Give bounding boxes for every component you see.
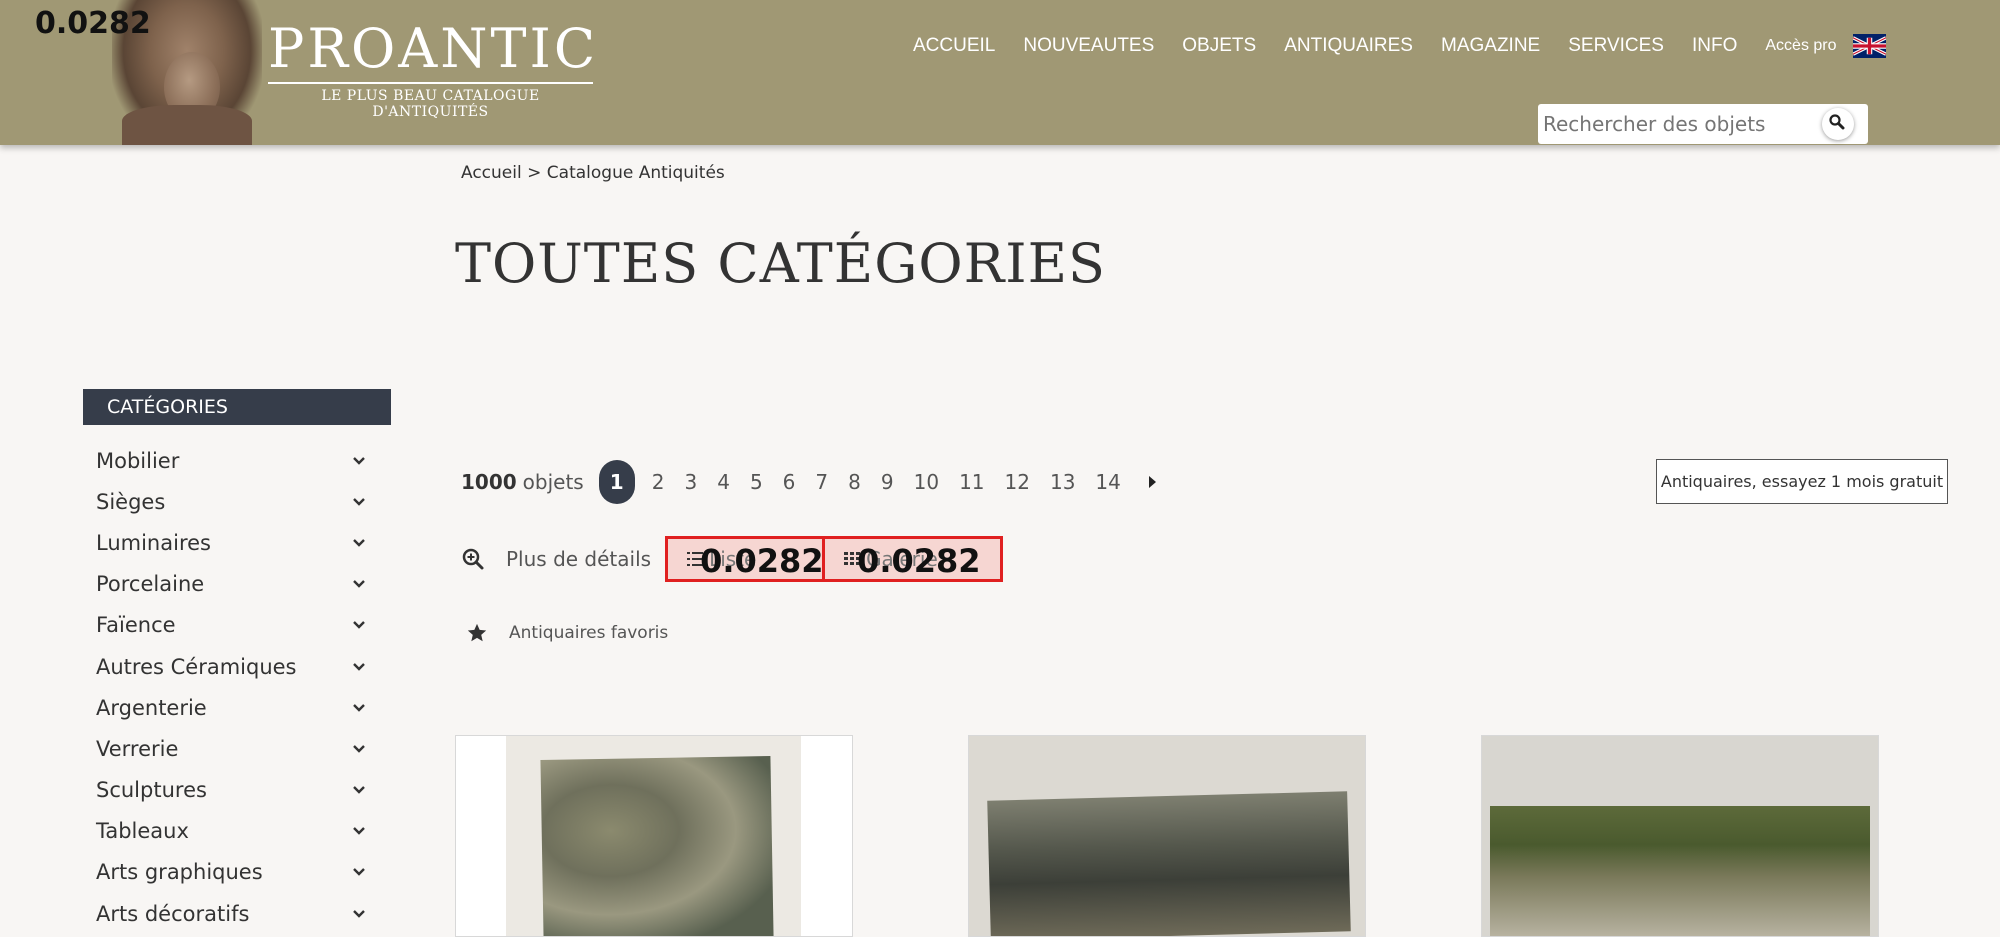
chevron-down-icon[interactable] xyxy=(352,909,366,919)
page-link[interactable]: 8 xyxy=(844,470,865,494)
breadcrumb: Accueil > Catalogue Antiquités xyxy=(461,163,725,183)
page-link[interactable]: 4 xyxy=(713,470,734,494)
site-logo[interactable]: PROANTIC LE PLUS BEAU CATALOGUE D'ANTIQU… xyxy=(268,17,599,120)
breadcrumb-home[interactable]: Accueil xyxy=(461,163,522,183)
category-label: Argenterie xyxy=(96,695,207,720)
logo-title: PROANTIC xyxy=(268,17,599,80)
chevron-down-icon[interactable] xyxy=(352,826,366,836)
chevron-down-icon[interactable] xyxy=(352,662,366,672)
category-item-autres-ceramiques[interactable]: Autres Céramiques xyxy=(96,646,366,687)
chevron-down-icon[interactable] xyxy=(352,456,366,466)
category-item-verrerie[interactable]: Verrerie xyxy=(96,728,366,769)
page-link[interactable]: 6 xyxy=(779,470,800,494)
list-overlay-value: 0.0282 xyxy=(700,542,824,580)
category-item-sculptures[interactable]: Sculptures xyxy=(96,770,366,811)
nav-item-objets[interactable]: OBJETS xyxy=(1182,35,1256,57)
favorite-dealers-label: Antiquaires favoris xyxy=(509,623,669,643)
category-label: Faïence xyxy=(96,613,176,638)
category-item-tableaux[interactable]: Tableaux xyxy=(96,811,366,852)
category-item-faience[interactable]: Faïence xyxy=(96,605,366,646)
category-label: Luminaires xyxy=(96,530,211,555)
more-details-toggle[interactable]: Plus de détails xyxy=(506,547,651,571)
overlay-value: 0.0282 xyxy=(35,6,151,41)
chevron-down-icon[interactable] xyxy=(352,785,366,795)
list-view-button[interactable]: Liste 0.0282 xyxy=(665,536,826,582)
category-label: Sièges xyxy=(96,489,166,514)
category-label: Arts décoratifs xyxy=(96,901,250,926)
logo-divider xyxy=(268,82,593,84)
product-card[interactable] xyxy=(455,735,853,937)
chevron-down-icon[interactable] xyxy=(352,703,366,713)
category-list: Mobilier Sièges Luminaires Porcelaine Fa… xyxy=(96,440,366,934)
page-link[interactable]: 11 xyxy=(955,470,988,494)
pro-access-link[interactable]: Accès pro xyxy=(1765,37,1836,55)
nav-item-antiquaires[interactable]: ANTIQUAIRES xyxy=(1284,35,1413,57)
chevron-down-icon[interactable] xyxy=(352,497,366,507)
page-link[interactable]: 9 xyxy=(877,470,898,494)
page-link[interactable]: 3 xyxy=(680,470,701,494)
search-icon xyxy=(1829,114,1845,130)
main-nav: ACCUEIL NOUVEAUTES OBJETS ANTIQUAIRES MA… xyxy=(913,34,1886,58)
page-current[interactable]: 1 xyxy=(598,460,635,504)
chevron-down-icon[interactable] xyxy=(352,744,366,754)
breadcrumb-current[interactable]: Catalogue Antiquités xyxy=(547,163,725,183)
categories-header: CATÉGORIES xyxy=(83,389,391,425)
chevron-down-icon[interactable] xyxy=(352,538,366,548)
search-box xyxy=(1538,104,1868,144)
category-item-argenterie[interactable]: Argenterie xyxy=(96,687,366,728)
free-trial-button[interactable]: Antiquaires, essayez 1 mois gratuit xyxy=(1656,459,1948,504)
search-input[interactable] xyxy=(1538,104,1813,144)
category-item-porcelaine[interactable]: Porcelaine xyxy=(96,564,366,605)
site-header: PROANTIC LE PLUS BEAU CATALOGUE D'ANTIQU… xyxy=(0,0,2000,145)
item-count-label: objets xyxy=(522,470,584,494)
page-link[interactable]: 2 xyxy=(648,470,669,494)
page-link[interactable]: 7 xyxy=(811,470,832,494)
category-item-luminaires[interactable]: Luminaires xyxy=(96,522,366,563)
nav-item-nouveautes[interactable]: NOUVEAUTES xyxy=(1023,35,1154,57)
star-icon xyxy=(467,623,487,642)
chevron-down-icon[interactable] xyxy=(352,579,366,589)
chevron-down-icon[interactable] xyxy=(352,620,366,630)
category-label: Porcelaine xyxy=(96,572,205,597)
page-link[interactable]: 14 xyxy=(1091,470,1124,494)
pagination: 1000 objets 1 2 3 4 5 6 7 8 9 10 11 12 1… xyxy=(461,459,1159,505)
product-card[interactable] xyxy=(968,735,1366,937)
category-item-arts-decoratifs[interactable]: Arts décoratifs xyxy=(96,893,366,934)
page-link[interactable]: 5 xyxy=(746,470,767,494)
nav-item-accueil[interactable]: ACCUEIL xyxy=(913,35,995,57)
item-count: 1000 xyxy=(461,470,517,494)
product-card[interactable] xyxy=(1481,735,1879,937)
product-image-painting xyxy=(1490,806,1870,936)
nav-item-services[interactable]: SERVICES xyxy=(1568,35,1664,57)
page-title: TOUTES CATÉGORIES xyxy=(455,232,1106,295)
gallery-view-button[interactable]: Galerie 0.0282 xyxy=(825,536,1004,582)
logo-subtitle: LE PLUS BEAU CATALOGUE D'ANTIQUITÉS xyxy=(321,88,540,120)
gallery-overlay-value: 0.0282 xyxy=(857,542,981,580)
product-image-painting xyxy=(540,756,774,936)
search-button[interactable] xyxy=(1822,108,1854,140)
page-link[interactable]: 13 xyxy=(1046,470,1079,494)
category-item-arts-graphiques[interactable]: Arts graphiques xyxy=(96,852,366,893)
favorite-dealers-link[interactable]: Antiquaires favoris xyxy=(466,622,668,644)
nav-item-magazine[interactable]: MAGAZINE xyxy=(1441,35,1540,57)
category-label: Tableaux xyxy=(96,819,189,844)
chevron-down-icon[interactable] xyxy=(352,867,366,877)
category-label: Arts graphiques xyxy=(96,860,263,885)
category-item-mobilier[interactable]: Mobilier xyxy=(96,440,366,481)
page-link[interactable]: 10 xyxy=(910,470,943,494)
category-label: Sculptures xyxy=(96,778,207,803)
category-label: Verrerie xyxy=(96,736,179,761)
breadcrumb-separator: > xyxy=(527,163,542,183)
next-page-icon[interactable] xyxy=(1145,474,1159,490)
nav-item-info[interactable]: INFO xyxy=(1692,35,1737,57)
uk-flag-icon[interactable] xyxy=(1852,34,1886,58)
view-toolbar: Plus de détails Liste 0.0282 Galerie 0.0… xyxy=(461,535,1004,583)
product-image-painting xyxy=(987,791,1351,936)
page-link[interactable]: 12 xyxy=(1001,470,1034,494)
zoom-in-icon[interactable] xyxy=(461,547,485,571)
category-label: Mobilier xyxy=(96,448,180,473)
category-label: Autres Céramiques xyxy=(96,654,297,679)
category-item-sieges[interactable]: Sièges xyxy=(96,481,366,522)
